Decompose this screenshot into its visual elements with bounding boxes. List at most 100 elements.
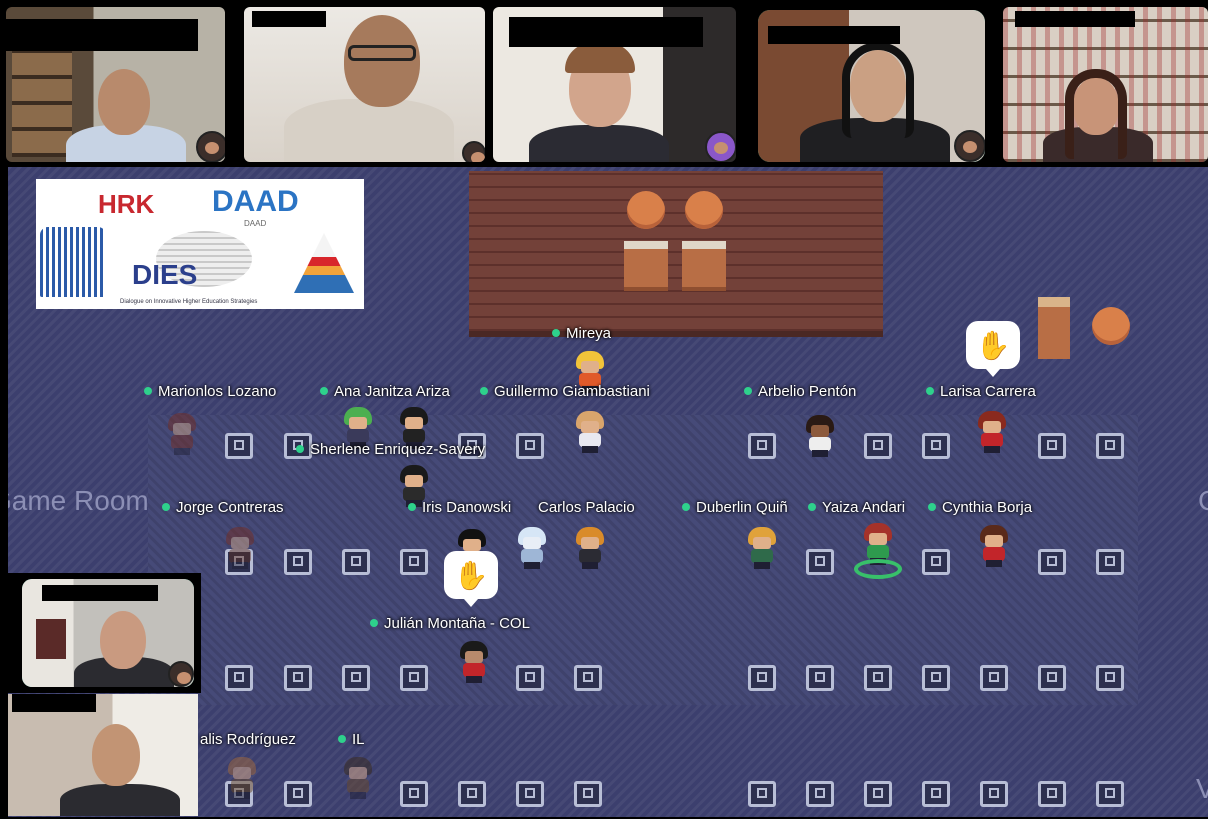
participant-name-label[interactable]: Mireya bbox=[552, 325, 611, 342]
chair[interactable] bbox=[284, 665, 312, 691]
participant-hair bbox=[842, 42, 914, 138]
participant-name-label[interactable]: IL bbox=[338, 731, 365, 748]
participant-name-label[interactable]: Jorge Contreras bbox=[162, 499, 284, 516]
player-avatar[interactable] bbox=[518, 527, 546, 569]
participant-name-label[interactable]: Larisa Carrera bbox=[926, 383, 1036, 400]
chair[interactable] bbox=[864, 781, 892, 807]
chair[interactable] bbox=[1096, 433, 1124, 459]
participant-name-label[interactable]: Yaiza Andari bbox=[808, 499, 905, 516]
glasses bbox=[348, 45, 416, 61]
participant-name-label[interactable]: Carlos Palacio bbox=[538, 499, 635, 516]
chair[interactable] bbox=[284, 549, 312, 575]
video-tile[interactable] bbox=[8, 694, 198, 816]
chair[interactable] bbox=[1038, 781, 1066, 807]
player-avatar-faded[interactable] bbox=[344, 757, 372, 799]
chair[interactable] bbox=[284, 781, 312, 807]
player-avatar[interactable] bbox=[806, 415, 834, 457]
chair[interactable] bbox=[342, 665, 370, 691]
chair[interactable] bbox=[225, 433, 253, 459]
video-tile[interactable] bbox=[1003, 7, 1208, 162]
participant-hair bbox=[565, 43, 635, 73]
participant-name-label[interactable]: Arbelio Pentón bbox=[744, 383, 856, 400]
chair[interactable] bbox=[1038, 433, 1066, 459]
player-avatar-faded[interactable] bbox=[168, 413, 196, 455]
participant-name-label[interactable]: Iris Danowski bbox=[408, 499, 511, 516]
selection-ring bbox=[854, 559, 902, 579]
chair[interactable] bbox=[400, 665, 428, 691]
player-avatar[interactable] bbox=[978, 411, 1006, 453]
chair[interactable] bbox=[574, 781, 602, 807]
chair[interactable] bbox=[1038, 549, 1066, 575]
chair[interactable] bbox=[458, 781, 486, 807]
bookshelf bbox=[12, 47, 72, 157]
chair[interactable] bbox=[574, 665, 602, 691]
chair[interactable] bbox=[225, 665, 253, 691]
chair[interactable] bbox=[1096, 549, 1124, 575]
daad-small-text: DAAD bbox=[244, 219, 267, 228]
chair[interactable] bbox=[922, 549, 950, 575]
chair[interactable] bbox=[806, 549, 834, 575]
room-label-partial: V bbox=[1196, 773, 1208, 804]
podium bbox=[1038, 297, 1070, 359]
raised-hand-icon: ✋ bbox=[966, 321, 1020, 377]
player-avatar-faded[interactable] bbox=[228, 757, 256, 799]
participant-name-label[interactable]: Ana Janitza Ariza bbox=[320, 383, 450, 400]
triangle-logo-icon bbox=[294, 233, 354, 293]
chair[interactable] bbox=[400, 549, 428, 575]
participant-name-label[interactable]: Guillermo Giambastiani bbox=[480, 383, 650, 400]
sponsor-logo-board: HRK DAAD DAAD DIES Dialogue on Innovativ… bbox=[36, 179, 364, 309]
name-redaction bbox=[6, 19, 198, 51]
video-tile[interactable] bbox=[6, 7, 225, 162]
video-tile[interactable] bbox=[493, 7, 736, 162]
video-tile-active-speaker[interactable] bbox=[8, 573, 201, 693]
desk-with-laptop bbox=[682, 241, 726, 291]
chair[interactable] bbox=[922, 781, 950, 807]
participant-body bbox=[284, 99, 454, 162]
chair[interactable] bbox=[1096, 665, 1124, 691]
chair[interactable] bbox=[516, 665, 544, 691]
player-avatar-faded[interactable] bbox=[226, 527, 254, 569]
chair[interactable] bbox=[516, 781, 544, 807]
participant-name-label[interactable]: alis Rodríguez bbox=[200, 731, 296, 748]
chair[interactable] bbox=[342, 549, 370, 575]
participant-name-label[interactable]: Marionlos Lozano bbox=[144, 383, 276, 400]
player-avatar[interactable] bbox=[460, 641, 488, 683]
chair[interactable] bbox=[864, 665, 892, 691]
participant-name-label[interactable]: Duberlin Quiñ bbox=[682, 499, 788, 516]
chair[interactable] bbox=[922, 433, 950, 459]
chair[interactable] bbox=[400, 781, 428, 807]
participant-face bbox=[92, 724, 140, 786]
player-avatar[interactable] bbox=[576, 527, 604, 569]
chair[interactable] bbox=[516, 433, 544, 459]
chair[interactable] bbox=[980, 665, 1008, 691]
player-avatar[interactable] bbox=[748, 527, 776, 569]
chair[interactable] bbox=[980, 781, 1008, 807]
chair[interactable] bbox=[748, 665, 776, 691]
participant-name-label[interactable]: Cynthia Borja bbox=[928, 499, 1032, 516]
chair[interactable] bbox=[806, 665, 834, 691]
chair[interactable] bbox=[922, 665, 950, 691]
player-avatar[interactable] bbox=[576, 411, 604, 453]
wall-painting bbox=[36, 619, 66, 659]
chair[interactable] bbox=[748, 781, 776, 807]
chair[interactable] bbox=[748, 433, 776, 459]
online-status-dot bbox=[808, 503, 816, 512]
participant-name-label[interactable]: Sherlene Enriquez-Savery bbox=[296, 441, 485, 458]
player-avatar[interactable] bbox=[980, 525, 1008, 567]
video-tile[interactable] bbox=[244, 7, 485, 162]
online-status-dot bbox=[144, 387, 152, 396]
participant-name-label[interactable]: Julián Montaña - COL bbox=[370, 615, 530, 632]
participant-face bbox=[344, 15, 420, 107]
video-tile-active-speaker[interactable] bbox=[758, 10, 985, 162]
online-status-dot bbox=[320, 387, 328, 396]
online-status-dot bbox=[370, 619, 378, 628]
chair[interactable] bbox=[1038, 665, 1066, 691]
online-status-dot bbox=[552, 329, 560, 338]
daad-logo-text: DAAD bbox=[212, 185, 299, 218]
participant-face bbox=[98, 69, 150, 135]
stool bbox=[1092, 307, 1130, 345]
chair[interactable] bbox=[1096, 781, 1124, 807]
chair[interactable] bbox=[806, 781, 834, 807]
participant-hair bbox=[1065, 69, 1127, 159]
chair[interactable] bbox=[864, 433, 892, 459]
